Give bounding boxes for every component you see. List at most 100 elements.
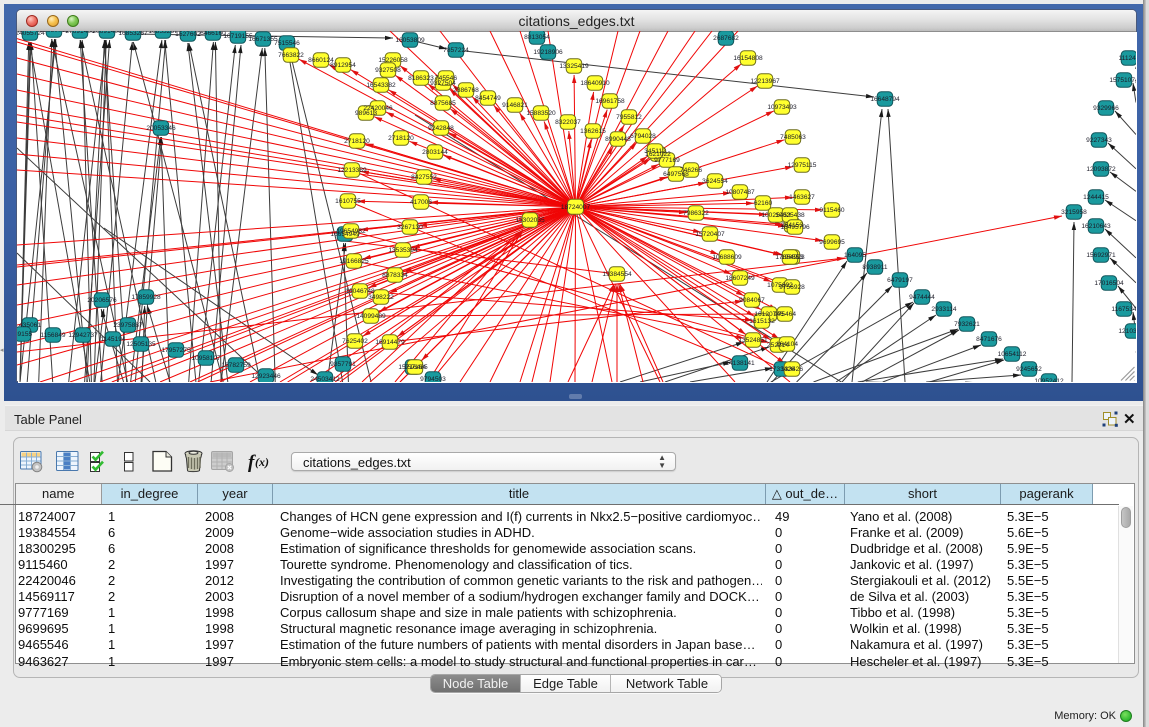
svg-text:2718120: 2718120: [388, 135, 414, 142]
svg-text:16154808: 16154808: [733, 55, 763, 62]
svg-text:15883520: 15883520: [526, 110, 556, 117]
svg-text:9857791: 9857791: [330, 361, 356, 368]
svg-text:12213967: 12213967: [750, 78, 780, 85]
svg-text:62160: 62160: [754, 200, 773, 207]
svg-text:16648794: 16648794: [870, 96, 900, 103]
svg-text:1244415: 1244415: [1083, 194, 1109, 201]
svg-text:15751074: 15751074: [1109, 77, 1136, 84]
svg-text:10807487: 10807487: [725, 189, 755, 196]
svg-text:8427552: 8427552: [411, 174, 437, 181]
svg-text:8875685: 8875685: [430, 100, 456, 107]
svg-text:16543382: 16543382: [366, 82, 396, 89]
svg-text:989613: 989613: [355, 110, 377, 117]
svg-text:9777169: 9777169: [654, 157, 680, 164]
svg-text:10853267: 10853267: [148, 31, 178, 35]
svg-text:10952412: 10952412: [1034, 378, 1064, 382]
svg-text:1463627: 1463627: [789, 194, 815, 201]
svg-text:18724007: 18724007: [561, 204, 591, 211]
svg-text:12103514: 12103514: [1118, 328, 1136, 335]
svg-text:16914479: 16914479: [375, 339, 405, 346]
svg-text:12093872: 12093872: [1086, 166, 1116, 173]
svg-text:19384554: 19384554: [602, 271, 632, 278]
svg-text:16961758: 16961758: [595, 98, 625, 105]
svg-text:16210643: 16210643: [1081, 223, 1111, 230]
svg-text:9474444: 9474444: [909, 294, 935, 301]
svg-text:39155: 39155: [17, 331, 32, 338]
svg-text:16053809: 16053809: [395, 37, 425, 44]
svg-text:111245: 111245: [1118, 55, 1136, 62]
svg-text:13535394: 13535394: [388, 247, 418, 254]
svg-text:7485063: 7485063: [780, 134, 806, 141]
svg-text:2933114: 2933114: [931, 306, 957, 313]
svg-text:8990448: 8990448: [605, 136, 631, 143]
svg-text:16782759: 16782759: [221, 362, 251, 369]
svg-text:9794503: 9794503: [420, 376, 446, 382]
svg-text:9756928: 9756928: [779, 284, 805, 291]
svg-text:345112: 345112: [644, 148, 666, 155]
svg-text:1156849: 1156849: [40, 332, 66, 339]
svg-text:9245652: 9245652: [1016, 366, 1042, 373]
svg-text:8912954: 8912954: [330, 62, 356, 69]
svg-text:17957275: 17957275: [161, 347, 191, 354]
svg-text:20053346: 20053346: [146, 125, 176, 132]
svg-text:7515546: 7515546: [274, 40, 300, 47]
svg-text:8660124: 8660124: [308, 57, 334, 64]
svg-text:6466160: 6466160: [200, 31, 226, 37]
svg-text:7857224: 7857224: [443, 47, 469, 54]
svg-text:15302035: 15302035: [515, 217, 545, 224]
svg-text:20206576: 20206576: [87, 297, 117, 304]
svg-text:8454749: 8454749: [475, 95, 501, 102]
svg-text:19218906: 19218906: [533, 49, 563, 56]
svg-text:3215958: 3215958: [1061, 209, 1087, 216]
svg-text:15692971: 15692971: [1086, 252, 1116, 259]
svg-text:417006: 417006: [410, 199, 432, 206]
svg-text:7986322: 7986322: [683, 210, 709, 217]
svg-text:24503412: 24503412: [310, 376, 340, 382]
svg-text:19654982: 19654982: [336, 228, 366, 235]
svg-text:14138141: 14138141: [725, 360, 755, 367]
svg-text:975464: 975464: [774, 311, 796, 318]
svg-text:157164: 157164: [404, 364, 426, 371]
svg-text:1610755: 1610755: [335, 198, 361, 205]
svg-text:6794028: 6794028: [630, 133, 656, 140]
svg-text:10025438: 10025438: [775, 212, 805, 219]
svg-text:13524851: 13524851: [738, 337, 768, 344]
svg-text:19166825: 19166825: [339, 258, 369, 265]
svg-text:435061: 435061: [19, 322, 41, 329]
svg-text:164104: 164104: [776, 341, 798, 348]
svg-text:8878334: 8878334: [382, 272, 408, 279]
svg-text:9327508: 9327508: [375, 67, 401, 74]
svg-text:9115460: 9115460: [819, 207, 845, 214]
svg-text:7955812: 7955812: [616, 114, 642, 121]
svg-text:18607249: 18607249: [725, 275, 755, 282]
svg-text:9084067: 9084067: [739, 297, 765, 304]
svg-text:6479197: 6479197: [887, 277, 913, 284]
svg-text:7625402: 7625402: [342, 338, 368, 345]
svg-text:18640910: 18640910: [580, 80, 610, 87]
svg-text:1362615: 1362615: [580, 128, 606, 135]
svg-text:8322037: 8322037: [555, 119, 581, 126]
svg-text:15226058: 15226058: [378, 57, 408, 64]
svg-text:12505135: 12505135: [126, 341, 156, 348]
svg-text:16495796: 16495796: [780, 224, 810, 231]
svg-text:16853267: 16853267: [118, 31, 148, 37]
svg-text:3267130: 3267130: [397, 224, 423, 231]
svg-text:9227343: 9227343: [1086, 137, 1112, 144]
svg-text:2718120: 2718120: [344, 138, 370, 145]
svg-text:1167534: 1167534: [1111, 306, 1136, 313]
svg-text:7663822: 7663822: [278, 52, 304, 59]
svg-text:7932621: 7932621: [954, 321, 980, 328]
svg-text:133426: 133426: [781, 366, 803, 373]
svg-text:12213389: 12213389: [337, 167, 367, 174]
svg-text:12975115: 12975115: [788, 162, 817, 169]
svg-text:745546: 745546: [435, 75, 457, 82]
svg-text:2386768: 2386768: [453, 87, 479, 94]
svg-text:10688609: 10688609: [712, 254, 742, 261]
svg-text:746266: 746266: [680, 167, 702, 174]
svg-text:17016504: 17016504: [1094, 280, 1124, 287]
svg-text:12942737: 12942737: [68, 332, 98, 339]
svg-text:9329966: 9329966: [1093, 105, 1119, 112]
svg-text:8813054: 8813054: [524, 34, 550, 41]
svg-text:164095: 164095: [844, 252, 866, 259]
svg-text:1527602: 1527602: [175, 31, 201, 38]
